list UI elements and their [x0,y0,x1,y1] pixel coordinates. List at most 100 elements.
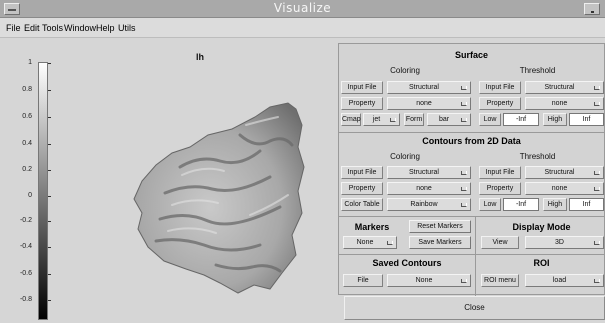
colorbar-tick [48,196,51,197]
surface-coloring-heading: Coloring [390,66,420,75]
colorbar-tick [48,300,51,301]
saved-contours-file-label: File [343,274,383,287]
contours-low-field[interactable]: -Inf [503,198,539,211]
dropdown-arrow-icon [461,279,467,283]
window-title: Visualize [273,1,332,15]
menu-edit[interactable]: Edit [24,23,40,33]
contours-high-field[interactable]: Inf [569,198,604,211]
view-label: View [481,236,519,249]
save-markers-button[interactable]: Save Markers [409,236,471,249]
surface-form-label: Form [404,113,424,126]
contours-coloring-property-dropdown[interactable]: none [387,182,471,195]
menu-window[interactable]: Window [64,23,96,33]
dropdown-arrow-icon [461,187,467,191]
roi-menu-label: ROI menu [481,274,519,287]
dropdown-arrow-icon [594,86,600,90]
menu-tools[interactable]: Tools [42,23,63,33]
contours-threshold-input-file-dropdown[interactable]: Structural [525,166,604,179]
colorbar-tick-label: -0.8 [19,296,32,303]
dropdown-arrow-icon [594,241,600,245]
display-mode-heading: Display Mode [512,222,571,232]
markers-heading: Markers [354,222,390,232]
surface-threshold-property-dropdown[interactable]: none [525,97,604,110]
contours-low-label: Low [479,198,501,211]
surface-coloring-input-file-label: Input File [341,81,383,94]
dropdown-value: 3D [555,239,564,246]
contours-color-table-dropdown[interactable]: Rainbow [387,198,471,211]
dropdown-arrow-icon [461,102,467,106]
contours-high-label: High [543,198,567,211]
dropdown-value: bar [438,116,450,123]
surface-low-label: Low [479,113,501,126]
surface-high-field[interactable]: Inf [569,113,604,126]
roi-menu-dropdown[interactable]: load [525,274,604,287]
surface-coloring-input-file-dropdown[interactable]: Structural [387,81,471,94]
contours-threshold-heading: Threshold [519,152,556,161]
menu-file[interactable]: File [6,23,21,33]
contours-coloring-property-label: Property [341,182,383,195]
dropdown-value: load [552,277,567,284]
dropdown-value: none [551,185,568,192]
colorbar-tick-label: 0.6 [22,113,32,120]
contours-coloring-input-file-dropdown[interactable]: Structural [387,166,471,179]
colorbar-tick [48,247,51,248]
contours-threshold-property-label: Property [479,182,521,195]
surface-threshold-input-file-dropdown[interactable]: Structural [525,81,604,94]
dropdown-value: none [551,100,568,107]
colorbar-tick-label: 1 [28,59,32,66]
surface-threshold-property-label: Property [479,97,521,110]
divider [339,216,604,217]
saved-contours-file-dropdown[interactable]: None [387,274,471,287]
dropdown-arrow-icon [594,279,600,283]
dropdown-value: jet [372,116,381,123]
surface-cmap-label: Cmap [341,113,361,126]
dropdown-value: none [416,100,432,107]
dropdown-value: none [416,185,432,192]
dropdown-value: Structural [409,169,439,176]
colorbar-tick [48,63,51,64]
contours-threshold-input-file-label: Input File [479,166,521,179]
dropdown-arrow-icon [387,241,393,245]
dropdown-arrow-icon [594,187,600,191]
divider [475,216,476,296]
dropdown-value: None [415,277,433,284]
contours-coloring-input-file-label: Input File [341,166,383,179]
surface-threshold-input-file-label: Input File [479,81,521,94]
contours-coloring-heading: Coloring [390,152,420,161]
close-button[interactable]: Close [344,296,605,320]
reset-markers-button[interactable]: Reset Markers [409,220,471,233]
surface-high-label: High [543,113,567,126]
brain-surface-render[interactable] [120,95,310,295]
dropdown-arrow-icon [461,118,467,122]
view-dropdown[interactable]: 3D [525,236,604,249]
control-panel: Surface Coloring Threshold Input File St… [338,43,605,296]
menu-bar: File Edit Tools Window Help Utils [0,18,605,38]
dropdown-value: Structural [409,84,439,91]
colorbar-tick [48,144,51,145]
dropdown-value: None [356,239,374,246]
contours-heading: Contours from 2D Data [422,136,521,146]
surface-form-dropdown[interactable]: bar [427,113,471,126]
minimize-button[interactable] [584,3,600,15]
title-bar: Visualize [0,0,605,18]
menu-help[interactable]: Help [96,23,115,33]
surface-coloring-property-dropdown[interactable]: none [387,97,471,110]
colorbar-tick-label: 0 [28,192,32,199]
colorbar-tick-label: -0.6 [19,270,32,277]
menu-utils[interactable]: Utils [118,23,136,33]
markers-dropdown[interactable]: None [343,236,397,249]
colorbar-tick [48,170,51,171]
contours-threshold-property-dropdown[interactable]: none [525,182,604,195]
divider [339,254,604,255]
surface-cmap-dropdown[interactable]: jet [363,113,400,126]
saved-contours-heading: Saved Contours [372,258,442,268]
surface-low-field[interactable]: -Inf [503,113,539,126]
divider [339,132,604,133]
surface-threshold-heading: Threshold [519,66,556,75]
surface-heading: Surface [454,50,489,60]
dropdown-arrow-icon [461,203,467,207]
dropdown-value: Structural [544,169,575,176]
minimize-icon [591,11,594,13]
dropdown-value: Structural [544,84,575,91]
dropdown-arrow-icon [390,118,396,122]
